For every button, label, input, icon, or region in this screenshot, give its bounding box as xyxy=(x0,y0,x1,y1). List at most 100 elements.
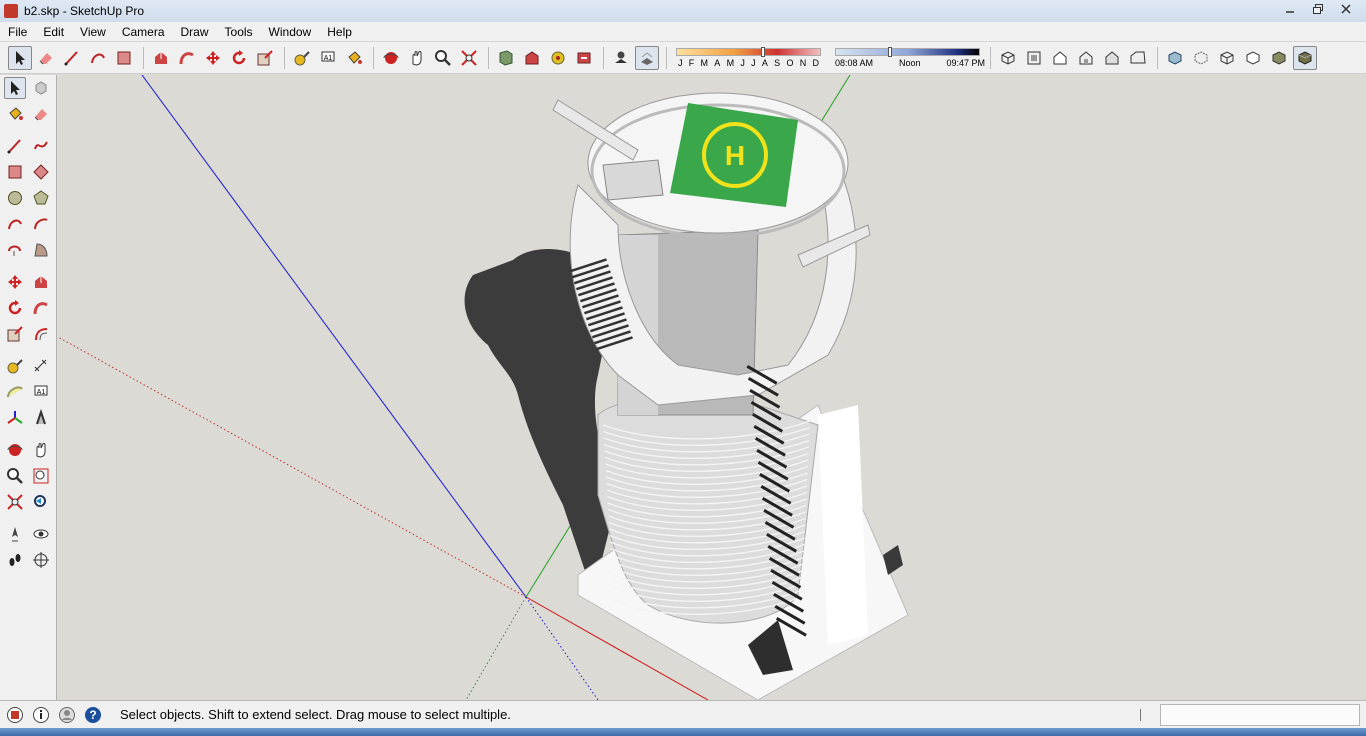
close-button[interactable] xyxy=(1332,0,1360,18)
modeling-viewport[interactable]: H xyxy=(58,75,1366,700)
left-circle-tool[interactable] xyxy=(4,187,26,209)
left-rectangle-tool[interactable] xyxy=(4,161,26,183)
left-position-camera-tool[interactable] xyxy=(4,523,26,545)
toolbar-zoom-tool[interactable] xyxy=(431,46,455,70)
left-line-tool[interactable] xyxy=(4,135,26,157)
restore-button[interactable] xyxy=(1304,0,1332,18)
toolbar-back-view[interactable] xyxy=(1100,46,1124,70)
toolbar-move-tool[interactable] xyxy=(201,46,225,70)
fog-toggle-icon xyxy=(641,51,653,65)
toolbar-tape-measure-tool[interactable] xyxy=(290,46,314,70)
toolbar-paint-bucket-tool[interactable] xyxy=(342,46,366,70)
toolbar-wireframe-style[interactable] xyxy=(1215,46,1239,70)
left-polygon-tool[interactable] xyxy=(30,187,52,209)
left-previous-view-tool[interactable] xyxy=(30,491,52,513)
axes-icon xyxy=(7,411,23,424)
toolbar-warehouse-tool[interactable] xyxy=(520,46,544,70)
left-two-point-arc-tool[interactable] xyxy=(30,213,52,235)
toolbar-components-tool[interactable] xyxy=(494,46,518,70)
toolbar-pan-tool[interactable] xyxy=(405,46,429,70)
left-paint-bucket-tool[interactable] xyxy=(4,103,26,125)
toolbar-push-pull-tool[interactable] xyxy=(149,46,173,70)
left-offset-tool[interactable] xyxy=(30,323,52,345)
toolbar-select-tool[interactable] xyxy=(8,45,32,70)
toolbar-zoom-extents-tool[interactable] xyxy=(457,46,481,70)
menu-edit[interactable]: Edit xyxy=(35,22,72,42)
model-info-button[interactable] xyxy=(30,704,52,726)
pie-icon xyxy=(34,243,48,257)
menu-file[interactable]: File xyxy=(0,22,35,42)
toolbar-rotate-tool[interactable] xyxy=(227,46,251,70)
left-toolbar-row xyxy=(0,521,56,547)
time-slider-thumb[interactable] xyxy=(888,46,892,57)
toolbar-arc-tool[interactable] xyxy=(86,46,110,70)
toolbar-share-tool[interactable] xyxy=(572,46,596,70)
minimize-button[interactable] xyxy=(1276,0,1304,18)
toolbar-front-view[interactable] xyxy=(1048,46,1072,70)
toolbar-back-edges-style[interactable] xyxy=(1189,46,1213,70)
left-follow-me-tool[interactable] xyxy=(30,297,52,319)
left-section-plane-tool[interactable] xyxy=(30,549,52,571)
left-zoom-extents-tool[interactable] xyxy=(4,491,26,513)
instructor-button[interactable]: ? xyxy=(82,704,104,726)
left-select-tool[interactable] xyxy=(4,77,26,99)
date-slider-thumb[interactable] xyxy=(761,46,765,57)
left-pie-tool[interactable] xyxy=(30,239,52,261)
left-protractor-tool[interactable] xyxy=(4,381,26,403)
toolbar-orbit-tool[interactable] xyxy=(379,46,403,70)
move-icon xyxy=(8,275,22,289)
toolbar-line-tool[interactable] xyxy=(60,46,84,70)
menu-window[interactable]: Window xyxy=(261,22,320,42)
time-slider[interactable] xyxy=(835,46,980,57)
left-eraser-tool[interactable] xyxy=(30,103,52,125)
left-three-point-arc-tool[interactable] xyxy=(4,239,26,261)
toolbar-iso-view[interactable] xyxy=(996,46,1020,70)
left-axes-tool[interactable] xyxy=(4,407,26,429)
left-tape-measure-tool[interactable] xyxy=(4,355,26,377)
toolbar-extension-tool[interactable] xyxy=(546,46,570,70)
toolbar-rectangle-tool[interactable] xyxy=(112,46,136,70)
geo-location-button[interactable] xyxy=(4,704,26,726)
left-rotated-rectangle-tool[interactable] xyxy=(30,161,52,183)
menu-tools[interactable]: Tools xyxy=(217,22,261,42)
toolbar-xray-style[interactable] xyxy=(1163,46,1187,70)
left-look-around-tool[interactable] xyxy=(30,523,52,545)
left-move-tool[interactable] xyxy=(4,271,26,293)
measurements-box[interactable] xyxy=(1160,704,1360,726)
left-zoom-window-tool[interactable] xyxy=(30,465,52,487)
left-dimension-tool[interactable] xyxy=(30,355,52,377)
toolbar-hidden-line-style[interactable] xyxy=(1241,46,1265,70)
menu-view[interactable]: View xyxy=(72,22,114,42)
toolbar-right-view[interactable] xyxy=(1074,46,1098,70)
toolbar-left-view[interactable] xyxy=(1126,46,1150,70)
left-toolbar-row xyxy=(0,133,56,159)
left-zoom-tool[interactable] xyxy=(4,465,26,487)
left-pan-tool[interactable] xyxy=(30,439,52,461)
toolbar-shaded-style[interactable] xyxy=(1267,46,1291,70)
left-walk-tool[interactable] xyxy=(4,549,26,571)
toolbar-text-tool[interactable]: A1 xyxy=(316,46,340,70)
left-rotate-tool[interactable] xyxy=(4,297,26,319)
toolbar-eraser-tool[interactable] xyxy=(34,46,58,70)
svg-text:A1: A1 xyxy=(37,389,46,396)
left-orbit-tool[interactable] xyxy=(4,439,26,461)
left-push-pull-tool[interactable] xyxy=(30,271,52,293)
left-text-tool[interactable]: A1 xyxy=(30,381,52,403)
menu-draw[interactable]: Draw xyxy=(173,22,217,42)
date-slider[interactable] xyxy=(676,46,821,57)
toolbar-scale-tool[interactable] xyxy=(253,46,277,70)
menu-help[interactable]: Help xyxy=(319,22,360,42)
user-account-button[interactable] xyxy=(56,704,78,726)
left-arc-tool[interactable] xyxy=(4,213,26,235)
toolbar-top-view[interactable] xyxy=(1022,46,1046,70)
menu-camera[interactable]: Camera xyxy=(114,22,173,42)
left-freehand-tool[interactable] xyxy=(30,135,52,157)
toolbar-follow-me-tool[interactable] xyxy=(175,46,199,70)
rectangle-icon xyxy=(8,165,22,179)
left-3d-text-tool[interactable] xyxy=(30,407,52,429)
left-make-component-tool[interactable] xyxy=(30,77,52,99)
toolbar-fog-toggle[interactable] xyxy=(635,45,659,70)
left-scale-tool[interactable] xyxy=(4,323,26,345)
toolbar-shadow-toggle[interactable] xyxy=(609,46,633,70)
toolbar-textured-style[interactable] xyxy=(1293,45,1317,70)
